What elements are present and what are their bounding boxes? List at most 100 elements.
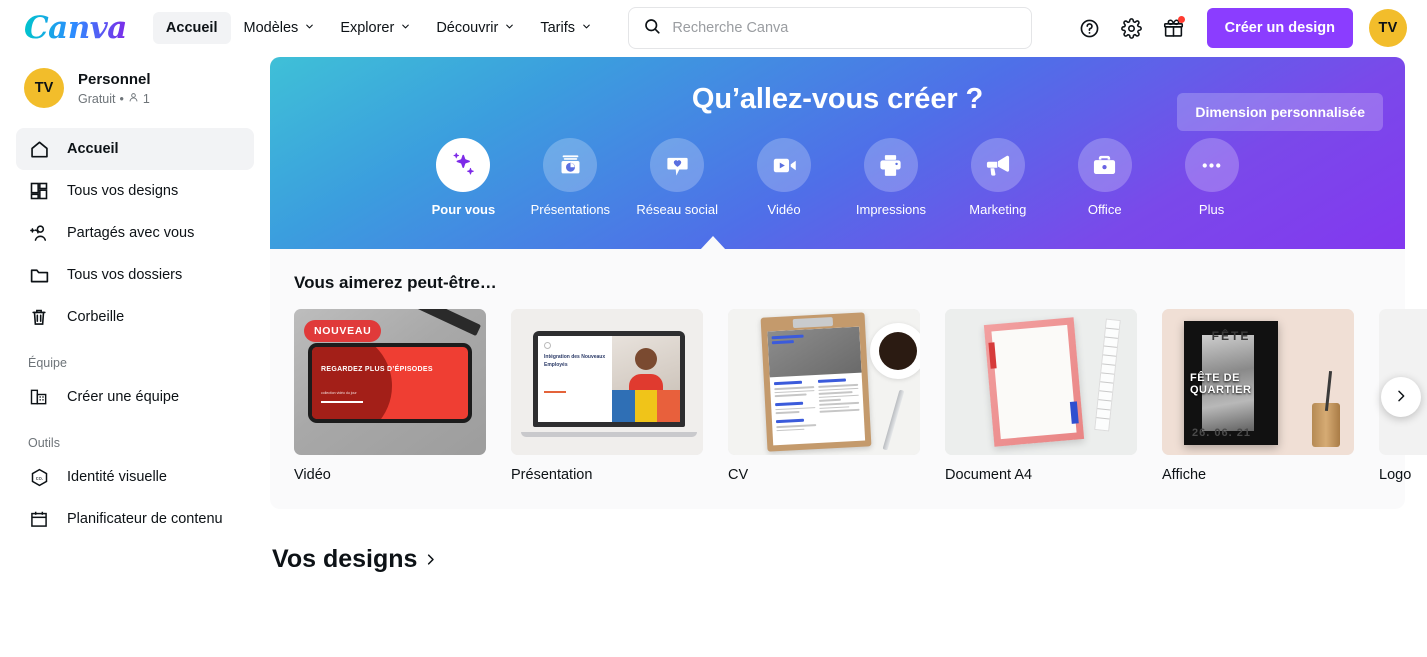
sidebar-item-label: Créer une équipe [67,389,180,405]
thumb-rule [321,401,363,403]
template-card-presentation[interactable]: Intégration des Nouveaux Employés Présen… [511,309,703,483]
account-avatar: TV [24,68,64,108]
hero-category-label: Plus [1198,202,1225,217]
template-card-affiche[interactable]: FÊTE FÊTE DE QUARTIER 26. 06. 21 Affiche [1162,309,1354,483]
template-card-cv[interactable]: CV [728,309,920,483]
megaphone-icon [970,138,1025,192]
folder-icon [28,264,50,286]
trash-icon [28,306,50,328]
sidebar-item-corbeille[interactable]: Corbeille [16,296,254,338]
hero-category-list: Pour vous Présentations Réseau social Vi… [270,138,1405,217]
hero-category-label: Réseau social [636,202,719,217]
thumb-date: 26. 06. 21 [1192,427,1251,439]
page-title: Vos designs [272,545,418,573]
top-nav-icons: Créer un design TV [1071,8,1407,48]
sidebar-item-tous-vos-dossiers[interactable]: Tous vos dossiers [16,254,254,296]
gear-icon[interactable] [1113,9,1151,47]
chevron-down-icon [504,21,514,31]
brand-hexagon-icon: co. [28,466,50,488]
nav-item-accueil[interactable]: Accueil [152,12,231,44]
sidebar-section-outils: Outils [28,436,60,450]
calendar-icon [28,508,50,530]
sidebar-item-label: Planificateur de contenu [67,511,223,527]
thumb-top-text: FÊTE [1211,329,1251,343]
hero-category-label: Impressions [855,202,926,217]
account-members-count: 1 [142,91,150,106]
hero-category-reseau-social[interactable]: Réseau social [624,138,731,217]
help-circle-icon[interactable] [1071,9,1109,47]
separator: • [119,91,124,106]
sidebar-item-creer-une-equipe[interactable]: Créer une équipe [16,376,254,418]
user-avatar[interactable]: TV [1369,9,1407,47]
sidebar-item-accueil[interactable]: Accueil [16,128,254,170]
template-thumbnail: Intégration des Nouveaux Employés [511,309,703,455]
search-icon [643,17,661,40]
search-box[interactable] [628,7,1033,49]
hero-category-label: Pour vous [431,202,496,217]
nav-item-decouvrir[interactable]: Découvrir [423,12,527,44]
hero-category-pour-vous[interactable]: Pour vous [410,138,517,217]
template-card-video[interactable]: NOUVEAU REGARDEZ PLUS D’ÉPISODES collect… [294,309,486,483]
account-plan: Gratuit [78,91,116,106]
presentation-icon [543,138,598,192]
speech-heart-icon [650,138,705,192]
sidebar-item-tous-vos-designs[interactable]: Tous vos designs [16,170,254,212]
briefcase-icon [1077,138,1132,192]
template-thumbnail [728,309,920,455]
sidebar-item-label: Identité visuelle [67,469,167,485]
carousel-next-button[interactable] [1381,377,1421,417]
template-thumbnail: NOUVEAU REGARDEZ PLUS D’ÉPISODES collect… [294,309,486,455]
hero-category-label: Vidéo [767,202,801,217]
your-designs-header[interactable]: Vos designs [270,545,1427,574]
chevron-down-icon [400,21,410,31]
hero-category-presentations[interactable]: Présentations [517,138,624,217]
hero-category-label: Office [1087,202,1122,217]
custom-dimension-button[interactable]: Dimension personnalisée [1177,93,1383,131]
home-icon [28,138,50,160]
sidebar-item-identite-visuelle[interactable]: co. Identité visuelle [16,456,254,498]
add-people-icon [28,222,50,244]
account-switcher[interactable]: TV Personnel Gratuit • 1 [16,56,254,124]
nav-item-explorer[interactable]: Explorer [327,12,423,44]
sidebar-item-label: Tous vos designs [67,183,179,199]
template-thumbnail: FÊTE FÊTE DE QUARTIER 26. 06. 21 [1162,309,1354,455]
suggestions-card-row: NOUVEAU REGARDEZ PLUS D’ÉPISODES collect… [294,309,1427,483]
chevron-right-icon [423,545,438,574]
thumb-headline: REGARDEZ PLUS D’ÉPISODES [321,366,433,373]
sidebar-item-label: Tous vos dossiers [67,267,183,283]
active-category-indicator [700,236,726,249]
hero-category-plus[interactable]: Plus [1158,138,1265,217]
sidebar-item-partages-avec-vous[interactable]: Partagés avec vous [16,212,254,254]
hero-banner: Qu’allez-vous créer ? Dimension personna… [270,57,1405,249]
thumb-subtext: collection vidéo du jour [321,391,357,395]
suggestions-section: Vous aimerez peut-être… NOUVEAU REGARDEZ… [270,249,1427,509]
building-icon [28,386,50,408]
hero-category-office[interactable]: Office [1051,138,1158,217]
svg-text:co.: co. [35,475,43,481]
template-card-document-a4[interactable]: Document A4 [945,309,1137,483]
poster-mockup: FÊTE FÊTE DE QUARTIER 26. 06. 21 [1184,321,1278,445]
notification-dot [1177,16,1185,23]
video-camera-icon [757,138,812,192]
chevron-down-icon [304,21,314,31]
hero-category-impressions[interactable]: Impressions [838,138,945,217]
template-thumbnail [945,309,1137,455]
printer-icon [863,138,918,192]
gift-icon[interactable] [1155,9,1193,47]
search-input[interactable] [672,20,1018,36]
hero-category-marketing[interactable]: Marketing [944,138,1051,217]
template-card-label: Présentation [511,467,593,483]
sidebar-item-planificateur-de-contenu[interactable]: Planificateur de contenu [16,498,254,540]
canva-logo[interactable]: Canva [24,10,127,46]
nav-item-tarifs[interactable]: Tarifs [527,12,604,44]
main-content: Qu’allez-vous créer ? Dimension personna… [270,56,1427,657]
person-icon [128,92,139,106]
template-card-label: Logo [1379,467,1412,483]
thumb-headline: Intégration des Nouveaux Employés [544,354,606,368]
hero-category-label: Marketing [969,202,1027,217]
phone-mockup: REGARDEZ PLUS D’ÉPISODES collection vidé… [308,343,472,423]
sidebar: TV Personnel Gratuit • 1 Accueil Tous vo… [0,56,270,657]
nav-item-modeles[interactable]: Modèles [231,12,328,44]
hero-category-video[interactable]: Vidéo [731,138,838,217]
create-design-button[interactable]: Créer un design [1206,8,1353,48]
